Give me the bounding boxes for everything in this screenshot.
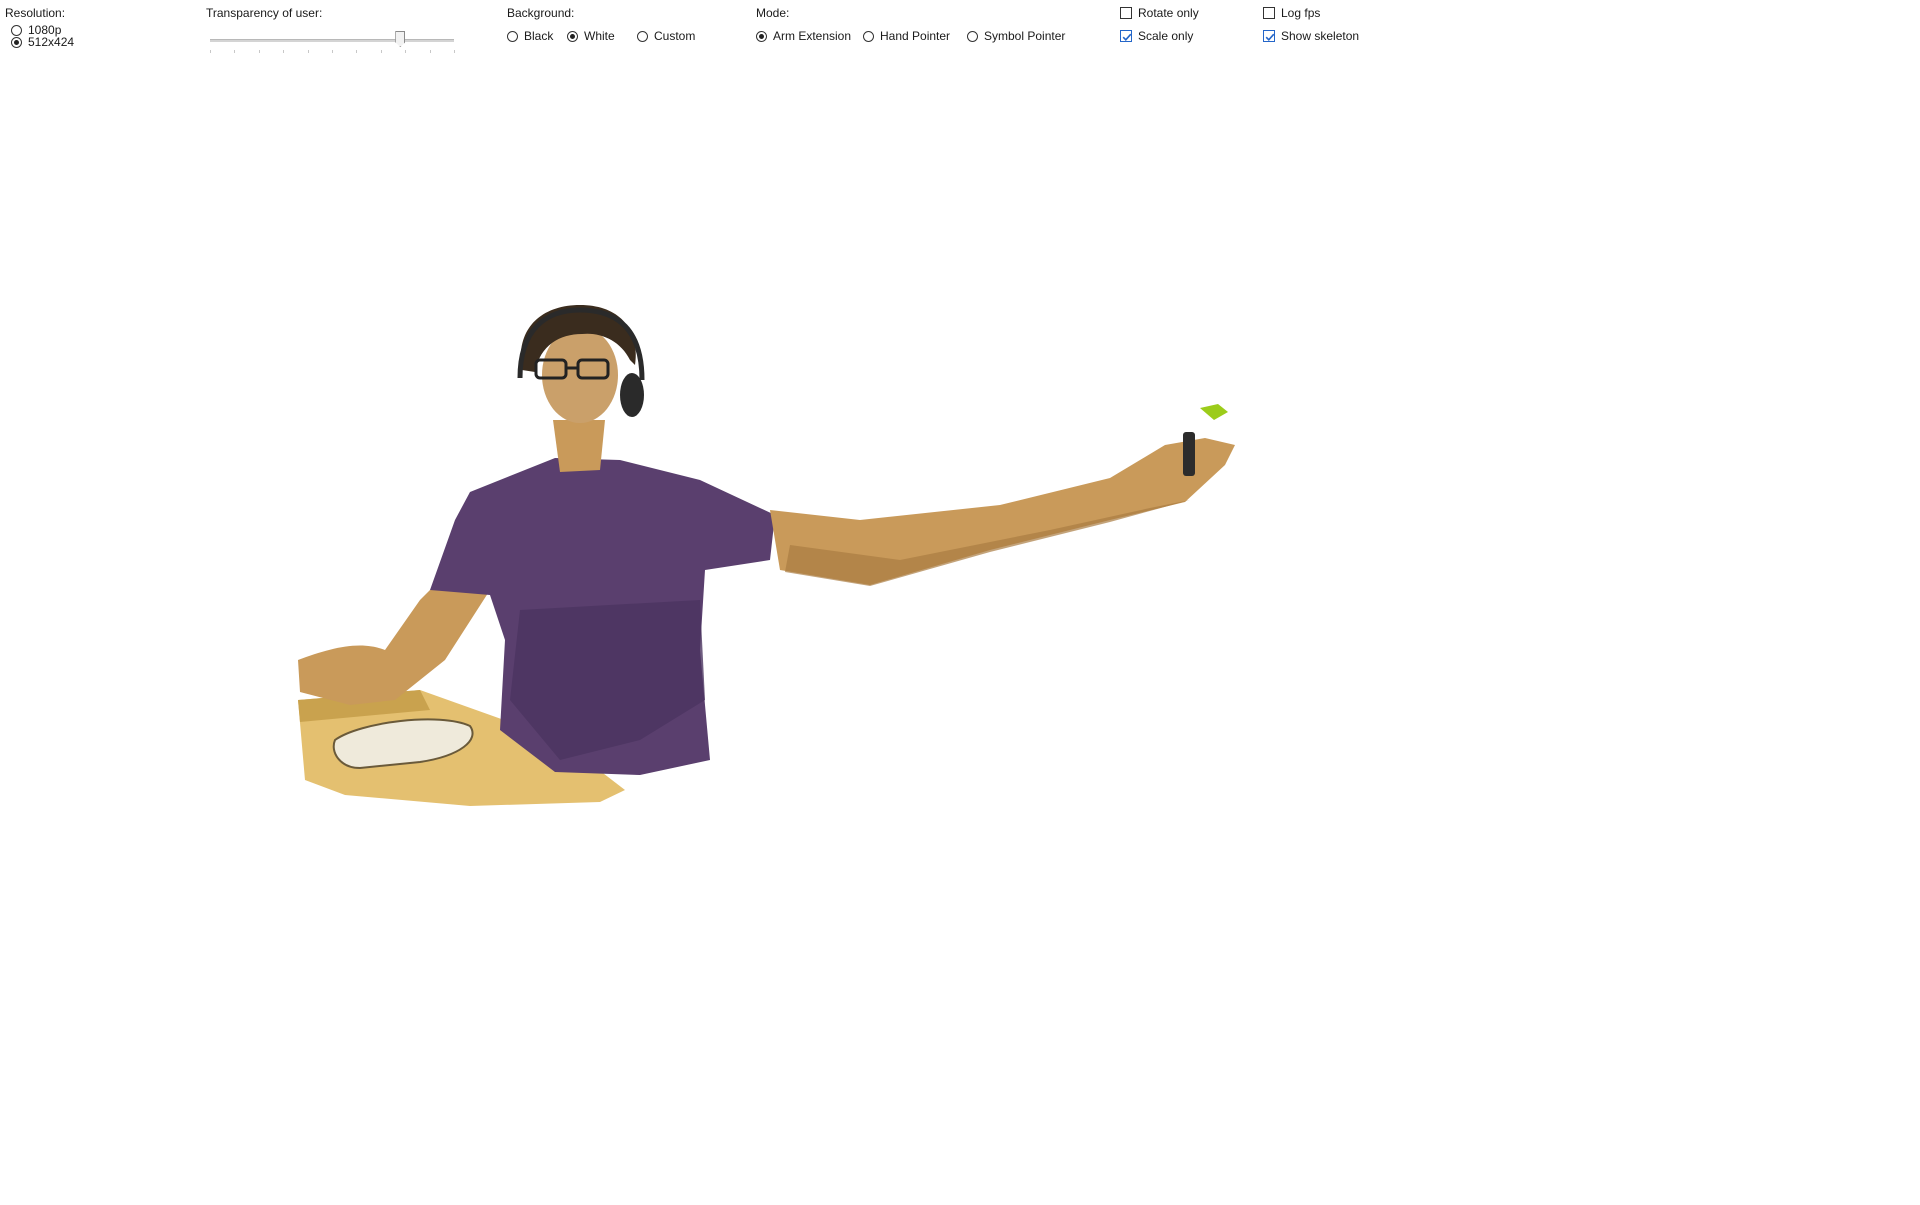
slider-ticks: [210, 50, 455, 53]
background-custom-radio[interactable]: Custom: [637, 29, 695, 43]
radio-label: Symbol Pointer: [984, 29, 1066, 43]
scale-only-checkbox[interactable]: Scale only: [1120, 29, 1193, 43]
radio-indicator: [863, 30, 874, 42]
mode-group: Mode: Arm Extension Hand Pointer Symbol …: [756, 6, 1096, 54]
slider-tick: [429, 50, 431, 53]
checkbox-box: [1120, 30, 1132, 42]
radio-label: 512x424: [28, 35, 75, 49]
checkbox-box: [1263, 7, 1275, 19]
radio-indicator: [637, 30, 648, 42]
transparency-slider[interactable]: [206, 26, 458, 53]
slider-tick: [234, 50, 236, 53]
mode-hand-pointer-radio[interactable]: Hand Pointer: [863, 29, 950, 43]
slider-tick: [454, 50, 455, 53]
slider-thumb[interactable]: [395, 31, 406, 47]
radio-indicator: [11, 36, 22, 48]
radio-label: White: [584, 29, 615, 43]
radio-indicator: [507, 30, 518, 42]
radio-indicator: [567, 30, 578, 42]
slider-tick: [258, 50, 260, 53]
slider-tick: [380, 50, 382, 53]
user-silhouette-image: [298, 305, 1235, 806]
display-options-group: Log fps Show skeleton: [1263, 6, 1403, 54]
slider-tick: [405, 50, 407, 53]
background-black-radio[interactable]: Black: [507, 29, 553, 43]
mode-arm-extension-radio[interactable]: Arm Extension: [756, 29, 851, 43]
radio-indicator: [756, 30, 767, 42]
transform-options-group: Rotate only Scale only: [1120, 6, 1240, 54]
radio-label: Black: [524, 29, 554, 43]
headphone-ear-cup: [620, 373, 644, 417]
checkmark-icon: [1265, 33, 1275, 41]
background-group: Background: Black White Custom: [507, 6, 747, 54]
checkbox-box: [1120, 7, 1132, 19]
checkbox-label: Log fps: [1281, 6, 1321, 20]
show-skeleton-checkbox[interactable]: Show skeleton: [1263, 29, 1359, 43]
checkbox-label: Show skeleton: [1281, 29, 1360, 43]
log-fps-checkbox[interactable]: Log fps: [1263, 6, 1320, 20]
slider-tick: [210, 50, 211, 53]
neck: [553, 420, 605, 472]
checkbox-box: [1263, 30, 1275, 42]
slider-tick: [356, 50, 358, 53]
slider-tick: [332, 50, 333, 53]
mode-title: Mode:: [756, 6, 790, 20]
radio-label: Custom: [654, 29, 696, 43]
checkbox-label: Scale only: [1138, 29, 1194, 43]
control-toolbar: Resolution: 1080p 512x424 Transparency o…: [0, 0, 1920, 60]
resolution-group: Resolution: 1080p 512x424: [5, 6, 155, 54]
radio-label: Arm Extension: [773, 29, 852, 43]
transparency-title: Transparency of user:: [206, 6, 323, 20]
mode-symbol-pointer-radio[interactable]: Symbol Pointer: [967, 29, 1065, 43]
resolution-512x424-radio[interactable]: 512x424: [11, 35, 74, 49]
video-canvas: [0, 60, 1920, 1200]
checkmark-icon: [1122, 33, 1132, 41]
slider-track: [210, 39, 454, 42]
radio-indicator: [967, 30, 978, 42]
slider-tick: [283, 50, 285, 53]
resolution-title: Resolution:: [5, 6, 66, 20]
transparency-group: Transparency of user:: [206, 6, 466, 54]
radio-label: Hand Pointer: [880, 29, 951, 43]
pointer-device: [1183, 432, 1195, 476]
background-title: Background:: [507, 6, 575, 20]
background-white-radio[interactable]: White: [567, 29, 615, 43]
pointer-marker-icon: [1200, 404, 1228, 420]
rotate-only-checkbox[interactable]: Rotate only: [1120, 6, 1199, 20]
slider-tick: [307, 50, 309, 53]
radio-indicator: [11, 24, 22, 36]
checkbox-label: Rotate only: [1138, 6, 1199, 20]
